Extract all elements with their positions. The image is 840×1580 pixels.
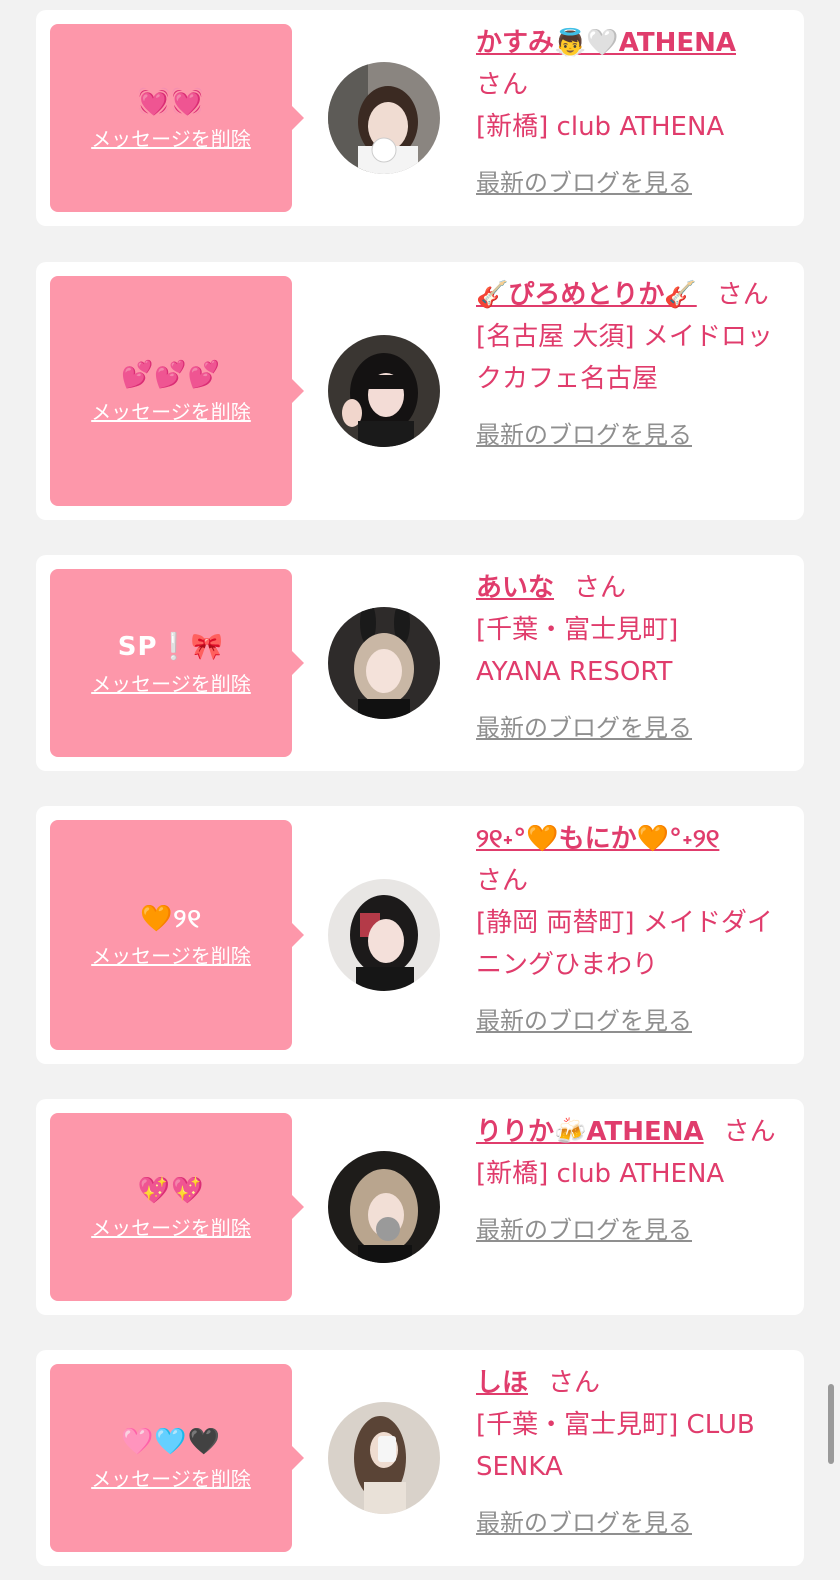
delete-message-link[interactable]: メッセージを削除	[91, 123, 251, 152]
shop-name: [静岡 両替町] メイドダイニングひまわり	[476, 908, 773, 980]
message-bubble: 🩷🩵🖤 メッセージを削除	[50, 1364, 304, 1552]
honorific: さん	[574, 573, 627, 603]
girl-name-link[interactable]: ୨୧˖°🧡もにか🧡°˖୨୧	[476, 824, 719, 854]
favorite-card: 🩷🩵🖤 メッセージを削除 しほ さん [千葉・富士見町] CLUB SENKA 最…	[36, 1350, 804, 1566]
avatar[interactable]	[328, 879, 440, 991]
girl-info: りりか🍻ATHENA さん [新橋] club ATHENA 最新のブログを見る	[476, 1111, 788, 1251]
avatar[interactable]	[328, 335, 440, 447]
avatar[interactable]	[328, 1402, 440, 1514]
girl-name-link[interactable]: しほ	[476, 1368, 528, 1398]
delete-message-link[interactable]: メッセージを削除	[91, 940, 251, 969]
favorite-card: 🧡୨୧ メッセージを削除 ୨୧˖°🧡もにか🧡°˖୨୧ さん [静岡 両替町] メ…	[36, 806, 804, 1064]
shop-name: [名古屋 大須] メイドロックカフェ名古屋	[476, 322, 773, 394]
shop-name: [千葉・富士見町] CLUB SENKA	[476, 1410, 755, 1482]
delete-message-link[interactable]: メッセージを削除	[91, 396, 251, 425]
message-bubble: 💕💕💕 メッセージを削除	[50, 276, 304, 506]
honorific: さん	[476, 70, 529, 100]
shop-name: [新橋] club ATHENA	[476, 1159, 725, 1189]
girl-info: 🎸ぴろめとりか🎸 さん [名古屋 大須] メイドロックカフェ名古屋 最新のブログを…	[476, 274, 788, 456]
latest-blog-link[interactable]: 最新のブログを見る	[476, 1502, 692, 1544]
latest-blog-link[interactable]: 最新のブログを見る	[476, 1209, 692, 1251]
delete-message-link[interactable]: メッセージを削除	[91, 1463, 251, 1492]
latest-blog-link[interactable]: 最新のブログを見る	[476, 1000, 692, 1042]
honorific: さん	[548, 1368, 601, 1398]
girl-info: かすみ👼🤍ATHENA さん [新橋] club ATHENA 最新のブログを見…	[476, 22, 788, 204]
girl-info: あいな さん [千葉・富士見町] AYANA RESORT 最新のブログを見る	[476, 567, 788, 749]
shop-name: [千葉・富士見町] AYANA RESORT	[476, 615, 679, 687]
avatar[interactable]	[328, 1151, 440, 1263]
favorite-card: SP❕🎀 メッセージを削除 あいな さん [千葉・富士見町] AYANA RESO…	[36, 555, 804, 771]
latest-blog-link[interactable]: 最新のブログを見る	[476, 414, 692, 456]
favorites-list: 💓💓 メッセージを削除 かすみ👼🤍ATHENA さん [新橋] club ATH…	[0, 0, 840, 1580]
latest-blog-link[interactable]: 最新のブログを見る	[476, 707, 692, 749]
message-text: 💕💕💕	[120, 359, 222, 390]
girl-name-link[interactable]: あいな	[476, 573, 554, 603]
scrollbar[interactable]	[828, 1384, 834, 1464]
avatar[interactable]	[328, 607, 440, 719]
avatar[interactable]	[328, 62, 440, 174]
message-bubble: 💓💓 メッセージを削除	[50, 24, 304, 212]
girl-info: しほ さん [千葉・富士見町] CLUB SENKA 最新のブログを見る	[476, 1362, 788, 1544]
message-text: 💓💓	[137, 86, 205, 117]
honorific: さん	[716, 280, 769, 310]
favorite-card: 💖💖 メッセージを削除 りりか🍻ATHENA さん [新橋] club ATHEN…	[36, 1099, 804, 1315]
message-bubble: 💖💖 メッセージを削除	[50, 1113, 304, 1301]
message-text: SP❕🎀	[117, 631, 225, 662]
delete-message-link[interactable]: メッセージを削除	[91, 1212, 251, 1241]
latest-blog-link[interactable]: 最新のブログを見る	[476, 162, 692, 204]
message-bubble: SP❕🎀 メッセージを削除	[50, 569, 304, 757]
honorific: さん	[723, 1117, 776, 1147]
message-text: 🧡୨୧	[140, 903, 202, 934]
girl-name-link[interactable]: 🎸ぴろめとりか🎸	[476, 280, 697, 310]
message-text: 💖💖	[137, 1175, 205, 1206]
girl-info: ୨୧˖°🧡もにか🧡°˖୨୧ さん [静岡 両替町] メイドダイニングひまわり 最…	[476, 818, 788, 1042]
girl-name-link[interactable]: かすみ👼🤍ATHENA	[476, 28, 736, 58]
message-bubble: 🧡୨୧ メッセージを削除	[50, 820, 304, 1050]
delete-message-link[interactable]: メッセージを削除	[91, 668, 251, 697]
honorific: さん	[476, 866, 529, 896]
favorite-card: 💕💕💕 メッセージを削除 🎸ぴろめとりか🎸 さん [名古屋 大須] メイドロックカ…	[36, 262, 804, 520]
favorite-card: 💓💓 メッセージを削除 かすみ👼🤍ATHENA さん [新橋] club ATH…	[36, 10, 804, 226]
message-text: 🩷🩵🖤	[120, 1426, 222, 1457]
shop-name: [新橋] club ATHENA	[476, 112, 725, 142]
girl-name-link[interactable]: りりか🍻ATHENA	[476, 1117, 704, 1147]
